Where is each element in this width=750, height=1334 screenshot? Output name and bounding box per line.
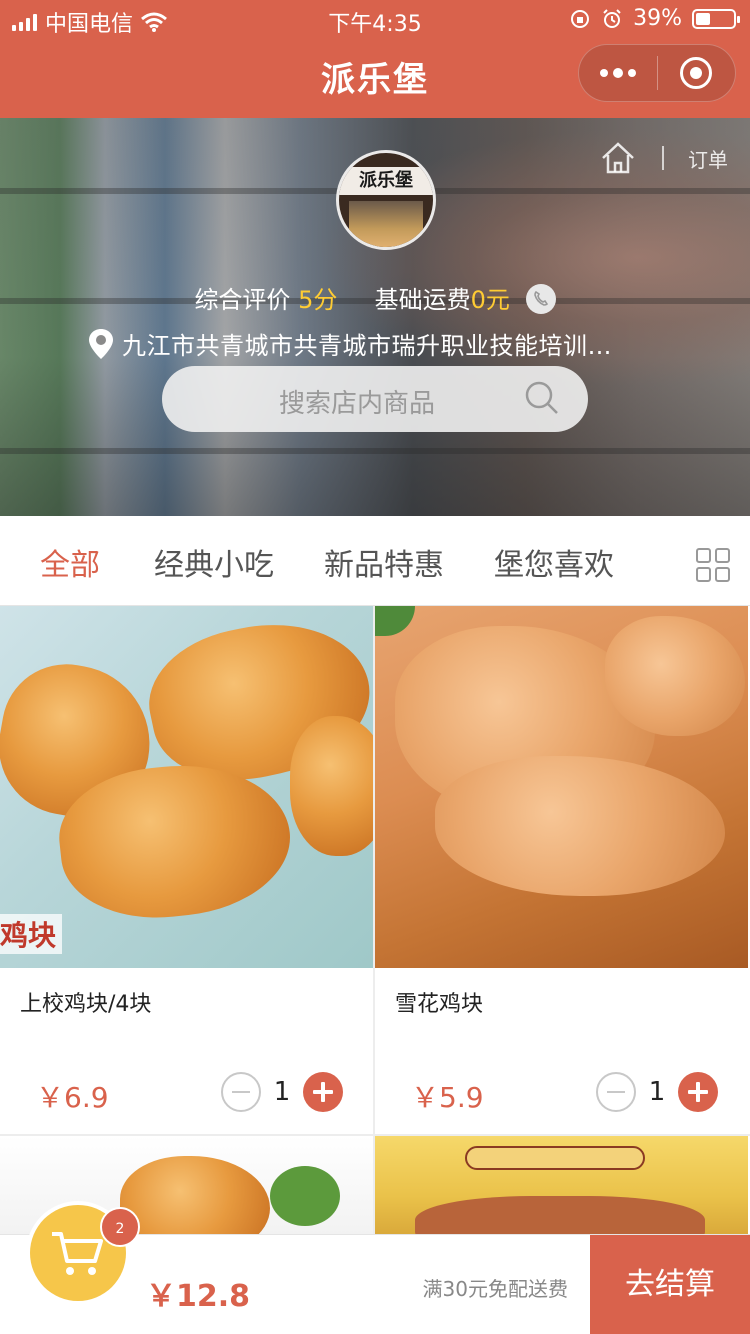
tab-classic-snacks[interactable]: 经典小吃 [154,540,274,584]
product-price: ￥6.9 [36,1081,109,1114]
product-image[interactable] [375,1136,748,1236]
product-card[interactable] [375,1136,748,1236]
more-menu-button[interactable] [579,45,657,101]
top-bar: 中国电信 下午4:35 39% 派乐堡 [0,0,750,118]
store-avatar: 派乐堡 [336,150,436,250]
search-icon[interactable] [522,378,562,418]
free-shipping-note: 满30元免配送费 [422,1277,568,1301]
rotation-lock-icon [571,9,590,28]
cart-count-badge: 2 [100,1207,140,1247]
location-pin-icon [89,328,113,359]
target-icon [680,57,713,89]
quantity-stepper: 1 [596,1072,718,1112]
delivery-fee-value: 0元 [470,286,510,314]
rating-label: 综合评价 [194,286,291,314]
increase-button[interactable] [303,1072,343,1112]
phone-icon[interactable] [525,284,556,314]
tab-all[interactable]: 全部 [40,540,100,584]
increase-button[interactable] [678,1072,718,1112]
rating-value: 5分 [298,286,338,314]
shopping-cart-icon [52,1232,103,1275]
product-card[interactable]: 雪花鸡块 ￥5.9 1 [375,606,748,1134]
product-card[interactable]: 鸡块 上校鸡块/4块 ￥6.9 1 [0,606,373,1134]
tab-new-deals[interactable]: 新品特惠 [324,540,444,584]
store-banner: 订单 派乐堡 综合评价 5分 基础运费0元 九江市共青城市共青城市瑞升职业技能培… [0,118,750,516]
decrease-button[interactable] [221,1072,261,1112]
cart-total: ￥12.8 [146,1279,251,1314]
category-tabs: 全部 经典小吃 新品特惠 堡您喜欢 [0,516,750,606]
cart-bar: 2 ￥12.8 满30元免配送费 去结算 [0,1205,750,1334]
address-text: 九江市共青城市共青城市瑞升职业技能培训… [122,332,612,360]
product-name: 雪花鸡块 [395,992,484,1017]
battery-icon [692,8,740,29]
product-name: 上校鸡块/4块 [20,992,152,1017]
product-image[interactable]: 鸡块 [0,606,373,968]
store-sign: 派乐堡 [339,167,433,195]
status-bar: 中国电信 下午4:35 39% [0,0,750,40]
battery-percent: 39% [633,6,682,31]
product-price: ￥5.9 [411,1081,484,1114]
tab-burgers[interactable]: 堡您喜欢 [494,540,614,584]
product-image-label: 鸡块 [0,914,63,954]
quantity-value: 1 [273,1077,291,1107]
battery-fill [696,12,710,25]
store-address[interactable]: 九江市共青城市共青城市瑞升职业技能培训… [88,326,612,361]
decrease-button[interactable] [596,1072,636,1112]
home-icon[interactable] [598,138,638,178]
search-placeholder: 搜索店内商品 [278,389,435,419]
checkout-button[interactable]: 去结算 [590,1235,750,1334]
close-miniprogram-button[interactable] [658,45,736,101]
quantity-stepper: 1 [221,1072,343,1112]
product-image[interactable] [375,606,748,968]
miniprogram-capsule [578,44,736,102]
orders-link[interactable]: 订单 [688,144,728,173]
delivery-fee-label: 基础运费 [374,286,471,314]
store-search-input[interactable]: 搜索店内商品 [162,366,588,432]
quantity-value: 1 [648,1077,666,1107]
store-rating-line: 综合评价 5分 基础运费0元 [0,280,750,316]
grid-view-icon[interactable] [696,548,730,582]
alarm-icon [603,8,621,28]
